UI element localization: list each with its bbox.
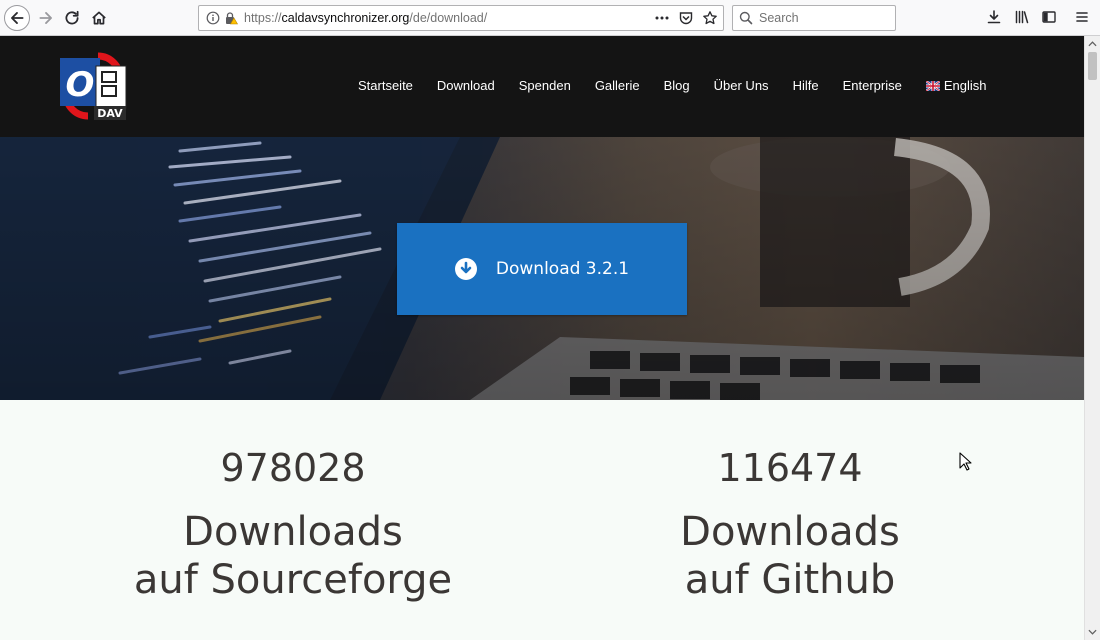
page-scrollbar[interactable] (1084, 36, 1100, 640)
url-prefix: https:// (244, 11, 282, 25)
more-actions-icon[interactable] (653, 9, 671, 27)
sidebar-button[interactable] (1039, 7, 1059, 27)
github-count: 116474 (717, 446, 863, 490)
download-stats: 978028 Downloads auf Sourceforge 116474 … (0, 400, 1084, 640)
github-label: Downloads auf Github (590, 508, 990, 604)
arrow-left-icon (11, 12, 24, 24)
nav-item-hilfe[interactable]: Hilfe (793, 78, 819, 93)
nav-item-english-label: English (943, 78, 987, 93)
nav-item-ueber-uns[interactable]: Über Uns (714, 78, 769, 93)
menu-button[interactable] (1072, 7, 1092, 27)
github-label-line2: auf Github (684, 557, 896, 603)
home-icon (92, 11, 106, 25)
reload-icon (65, 10, 79, 25)
web-page: O DAV Startseite Download Spenden Galler… (0, 36, 1084, 640)
download-button[interactable]: Download 3.2.1 (397, 223, 687, 315)
download-arrow-icon (987, 10, 1001, 24)
info-icon[interactable] (206, 11, 220, 25)
mouse-cursor-icon (959, 452, 972, 471)
library-button[interactable] (1012, 7, 1032, 27)
logo-letter: O (66, 65, 95, 105)
sourceforge-label-line1: Downloads (183, 509, 403, 555)
nav-item-startseite[interactable]: Startseite (358, 78, 413, 93)
uk-flag-icon (925, 80, 940, 91)
nav-item-spenden[interactable]: Spenden (519, 78, 571, 93)
forward-button[interactable] (34, 6, 58, 30)
github-label-line1: Downloads (680, 509, 900, 555)
url-bar[interactable]: https://caldavsynchronizer.org/de/downlo… (198, 5, 724, 31)
url-path: /de/download/ (409, 11, 488, 25)
scroll-down-arrow-icon[interactable] (1085, 626, 1100, 638)
reload-button[interactable] (60, 6, 84, 30)
home-button[interactable] (87, 6, 111, 30)
search-icon (739, 11, 753, 25)
sourceforge-count: 978028 (220, 446, 366, 490)
sourceforge-stat: 978028 Downloads auf Sourceforge (93, 440, 493, 604)
logo-tag: DAV (97, 107, 123, 120)
library-icon (1015, 10, 1029, 24)
search-input[interactable] (759, 11, 889, 25)
nav-item-enterprise[interactable]: Enterprise (843, 78, 902, 93)
bookmark-star-icon[interactable] (701, 9, 719, 27)
url-text: https://caldavsynchronizer.org/de/downlo… (244, 11, 487, 25)
scrollbar-thumb[interactable] (1088, 52, 1097, 80)
arrow-right-icon (39, 12, 52, 24)
browser-toolbar: https://caldavsynchronizer.org/de/downlo… (0, 0, 1100, 36)
pocket-icon[interactable] (677, 9, 695, 27)
site-header: O DAV Startseite Download Spenden Galler… (0, 36, 1084, 137)
caldav-logo-icon: O DAV (60, 52, 127, 120)
search-bar[interactable] (732, 5, 896, 31)
scroll-up-arrow-icon[interactable] (1085, 38, 1100, 50)
sidebar-icon (1042, 11, 1056, 23)
download-circle-icon (454, 258, 477, 280)
warning-lock-icon[interactable] (224, 11, 238, 25)
url-host: caldavsynchronizer.org (281, 11, 410, 25)
nav-item-blog[interactable]: Blog (664, 78, 690, 93)
sourceforge-label-line2: auf Sourceforge (133, 557, 453, 603)
nav-item-english[interactable]: English (925, 78, 987, 93)
hamburger-icon (1076, 12, 1088, 22)
site-logo[interactable]: O DAV (58, 50, 128, 122)
download-button-label: Download 3.2.1 (495, 259, 630, 279)
nav-item-gallerie[interactable]: Gallerie (595, 78, 640, 93)
main-nav: Startseite Download Spenden Gallerie Blo… (358, 78, 986, 93)
nav-item-download[interactable]: Download (437, 78, 495, 93)
sourceforge-label: Downloads auf Sourceforge (93, 508, 493, 604)
downloads-button[interactable] (984, 7, 1004, 27)
back-button[interactable] (4, 5, 30, 31)
github-stat: 116474 Downloads auf Github (590, 440, 990, 604)
hero-banner: Download 3.2.1 (0, 137, 1084, 400)
